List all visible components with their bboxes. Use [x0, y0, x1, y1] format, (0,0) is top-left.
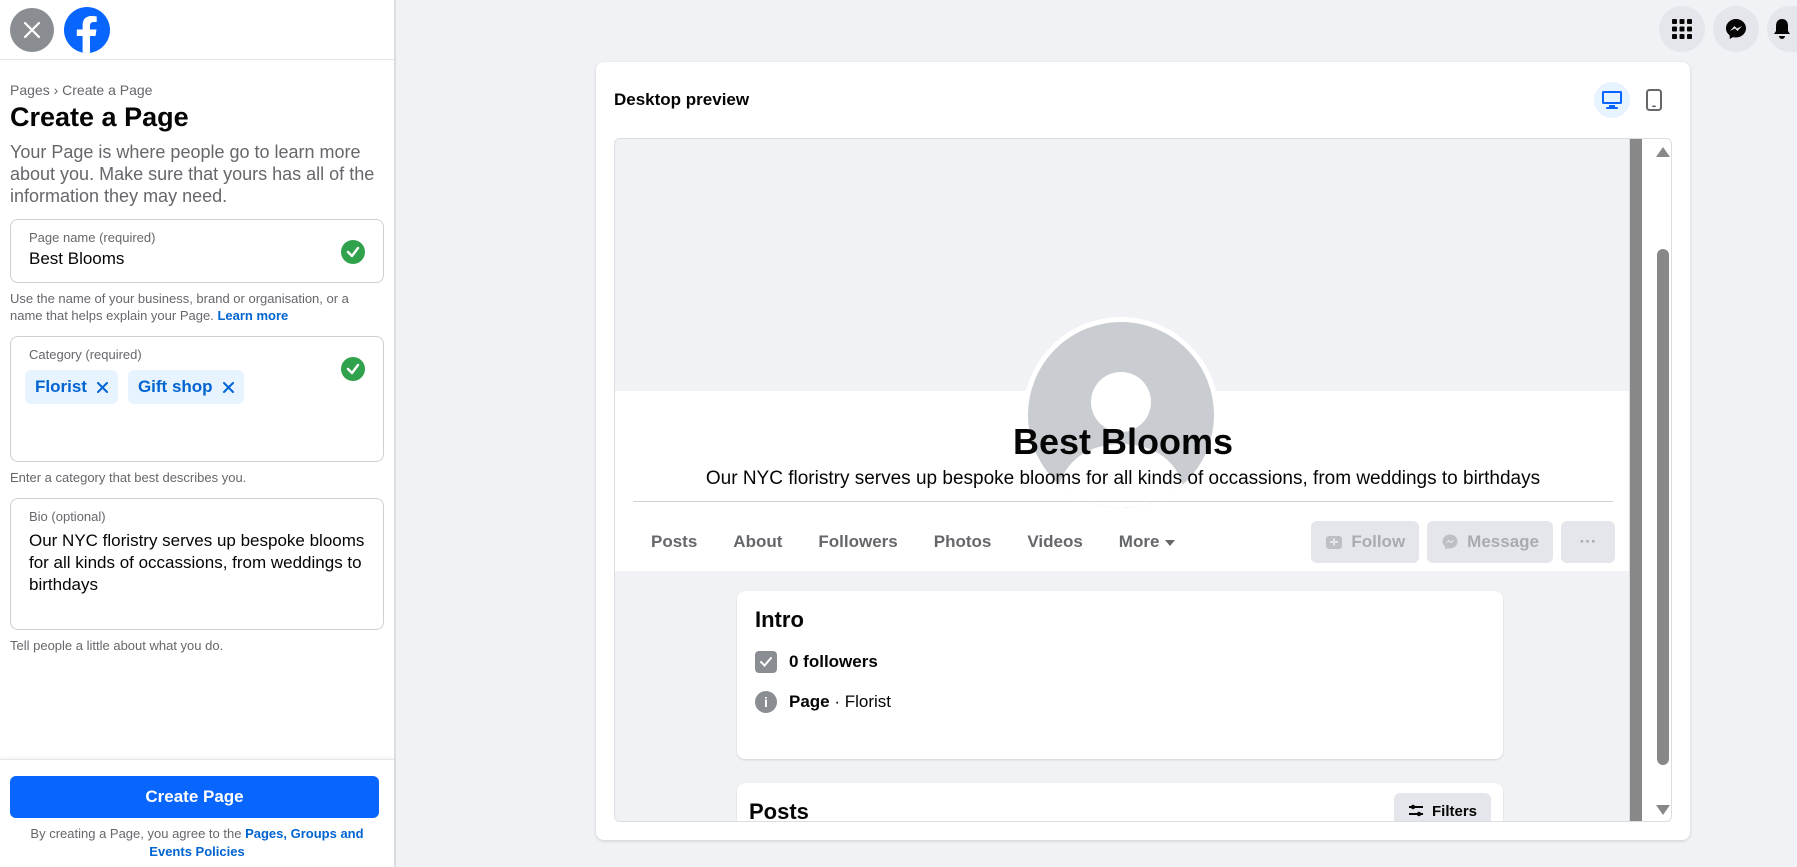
tab-photos[interactable]: Photos [916, 532, 1010, 552]
check-icon [341, 240, 365, 264]
bell-icon[interactable] [1767, 6, 1797, 52]
chip-label: Florist [35, 377, 87, 396]
page-name-label: Page name (required) [29, 230, 156, 245]
follow-icon [1326, 536, 1343, 549]
tab-videos[interactable]: Videos [1009, 532, 1100, 552]
terms-prefix: By creating a Page, you agree to the [30, 826, 242, 841]
sidebar-footer: Create Page By creating a Page, you agre… [0, 759, 394, 867]
preview-toggle-group [1594, 81, 1672, 118]
breadcrumb-current: Create a Page [62, 82, 153, 98]
posts-title: Posts [749, 799, 809, 822]
page-category-row: i Page · Florist [755, 691, 1485, 713]
preview-scrollbar[interactable] [1629, 139, 1671, 821]
profile-actions: Follow Message ··· [1311, 521, 1615, 563]
more-options-button[interactable]: ··· [1561, 521, 1615, 563]
bio-textarea[interactable]: Our NYC floristry serves up bespoke bloo… [29, 530, 365, 596]
followers-row: 0 followers [755, 651, 1485, 673]
category-help: Enter a category that best describes you… [10, 470, 247, 485]
preview-header: Desktop preview [596, 62, 1690, 137]
page-description: Your Page is where people go to learn mo… [10, 142, 375, 206]
terms-text: By creating a Page, you agree to the Pag… [10, 825, 384, 861]
category-field[interactable]: Category (required) Florist Gift shop [10, 336, 384, 462]
chevron-down-icon [1165, 539, 1176, 546]
breadcrumb-pages-link[interactable]: Pages [10, 82, 50, 98]
scroll-thumb[interactable] [1657, 249, 1669, 765]
create-page-sidebar: Pages › Create a Page Create a Page Your… [0, 0, 396, 867]
page-category: · Florist [829, 692, 892, 711]
preview-content: Best Blooms Our NYC floristry serves up … [615, 139, 1631, 821]
divider [633, 501, 1613, 502]
messenger-small-icon [1442, 534, 1458, 550]
page-category-text: Page · Florist [789, 692, 891, 712]
preview-bio: Our NYC floristry serves up bespoke bloo… [705, 468, 1541, 489]
sidebar-body: Pages › Create a Page Create a Page Your… [0, 60, 394, 654]
tab-posts[interactable]: Posts [633, 532, 715, 552]
remove-chip-icon[interactable] [96, 381, 108, 393]
page-title: Create a Page [10, 102, 189, 132]
followers-icon [755, 651, 777, 673]
message-label: Message [1467, 532, 1539, 551]
tab-more[interactable]: More [1101, 532, 1194, 552]
category-chip-florist: Florist [25, 370, 118, 404]
bio-field[interactable]: Bio (optional) Our NYC floristry serves … [10, 498, 384, 630]
posts-card: Posts Filters [737, 783, 1503, 822]
filters-label: Filters [1431, 802, 1477, 820]
desktop-icon[interactable] [1594, 81, 1630, 118]
scroll-down-icon[interactable] [1656, 805, 1670, 815]
remove-chip-icon[interactable] [222, 381, 234, 393]
page-name-field[interactable]: Page name (required) Best Blooms [10, 219, 384, 283]
scroll-up-icon[interactable] [1656, 147, 1670, 157]
message-button[interactable]: Message [1427, 521, 1553, 563]
preview-title: Desktop preview [614, 89, 750, 109]
preview-page-name: Best Blooms [1012, 421, 1234, 462]
profile-tabs: Posts About Followers Photos Videos More… [633, 521, 1615, 563]
top-right-icons [1659, 6, 1797, 52]
profile-body: Intro 0 followers i Page · Florist Posts [615, 571, 1631, 822]
scroll-track [1630, 139, 1642, 821]
tab-more-label: More [1118, 532, 1160, 551]
sidebar-header [0, 0, 394, 60]
follow-label: Follow [1351, 532, 1406, 551]
more-options-icon: ··· [1579, 532, 1597, 551]
category-label: Category (required) [29, 347, 142, 362]
intro-title: Intro [755, 607, 804, 632]
chip-label: Gift shop [137, 377, 213, 396]
page-name-input[interactable]: Best Blooms [29, 249, 365, 269]
messenger-icon[interactable] [1713, 6, 1759, 52]
create-page-button[interactable]: Create Page [10, 776, 379, 818]
tab-followers[interactable]: Followers [800, 532, 915, 552]
page-name-help: Use the name of your business, brand or … [10, 290, 384, 324]
category-chips: Florist Gift shop [25, 370, 365, 404]
breadcrumb-separator: › [53, 82, 59, 98]
check-icon [341, 357, 365, 381]
page-name-help-text: Use the name of your business, brand or … [10, 291, 349, 323]
mobile-icon[interactable] [1636, 82, 1672, 118]
bio-help: Tell people a little about what you do. [10, 638, 224, 653]
intro-card: Intro 0 followers i Page · Florist [737, 591, 1503, 759]
preview-frame: Best Blooms Our NYC floristry serves up … [614, 138, 1672, 822]
breadcrumb: Pages › Create a Page [10, 82, 384, 98]
bio-label: Bio (optional) [29, 509, 106, 524]
filters-icon [1408, 804, 1423, 817]
page-label: Page [789, 692, 830, 711]
follow-button[interactable]: Follow [1311, 521, 1420, 563]
info-icon: i [755, 691, 777, 713]
category-chip-gift-shop: Gift shop [127, 370, 244, 404]
desktop-preview-panel: Desktop preview Best Blooms Our NYC flor… [596, 62, 1690, 840]
menu-grid-icon[interactable] [1659, 6, 1705, 52]
facebook-logo[interactable] [64, 6, 110, 53]
tab-about[interactable]: About [715, 532, 800, 552]
filters-button[interactable]: Filters [1393, 793, 1491, 821]
close-icon[interactable] [10, 7, 54, 52]
followers-count: 0 followers [789, 652, 878, 671]
learn-more-link[interactable]: Learn more [217, 308, 288, 323]
